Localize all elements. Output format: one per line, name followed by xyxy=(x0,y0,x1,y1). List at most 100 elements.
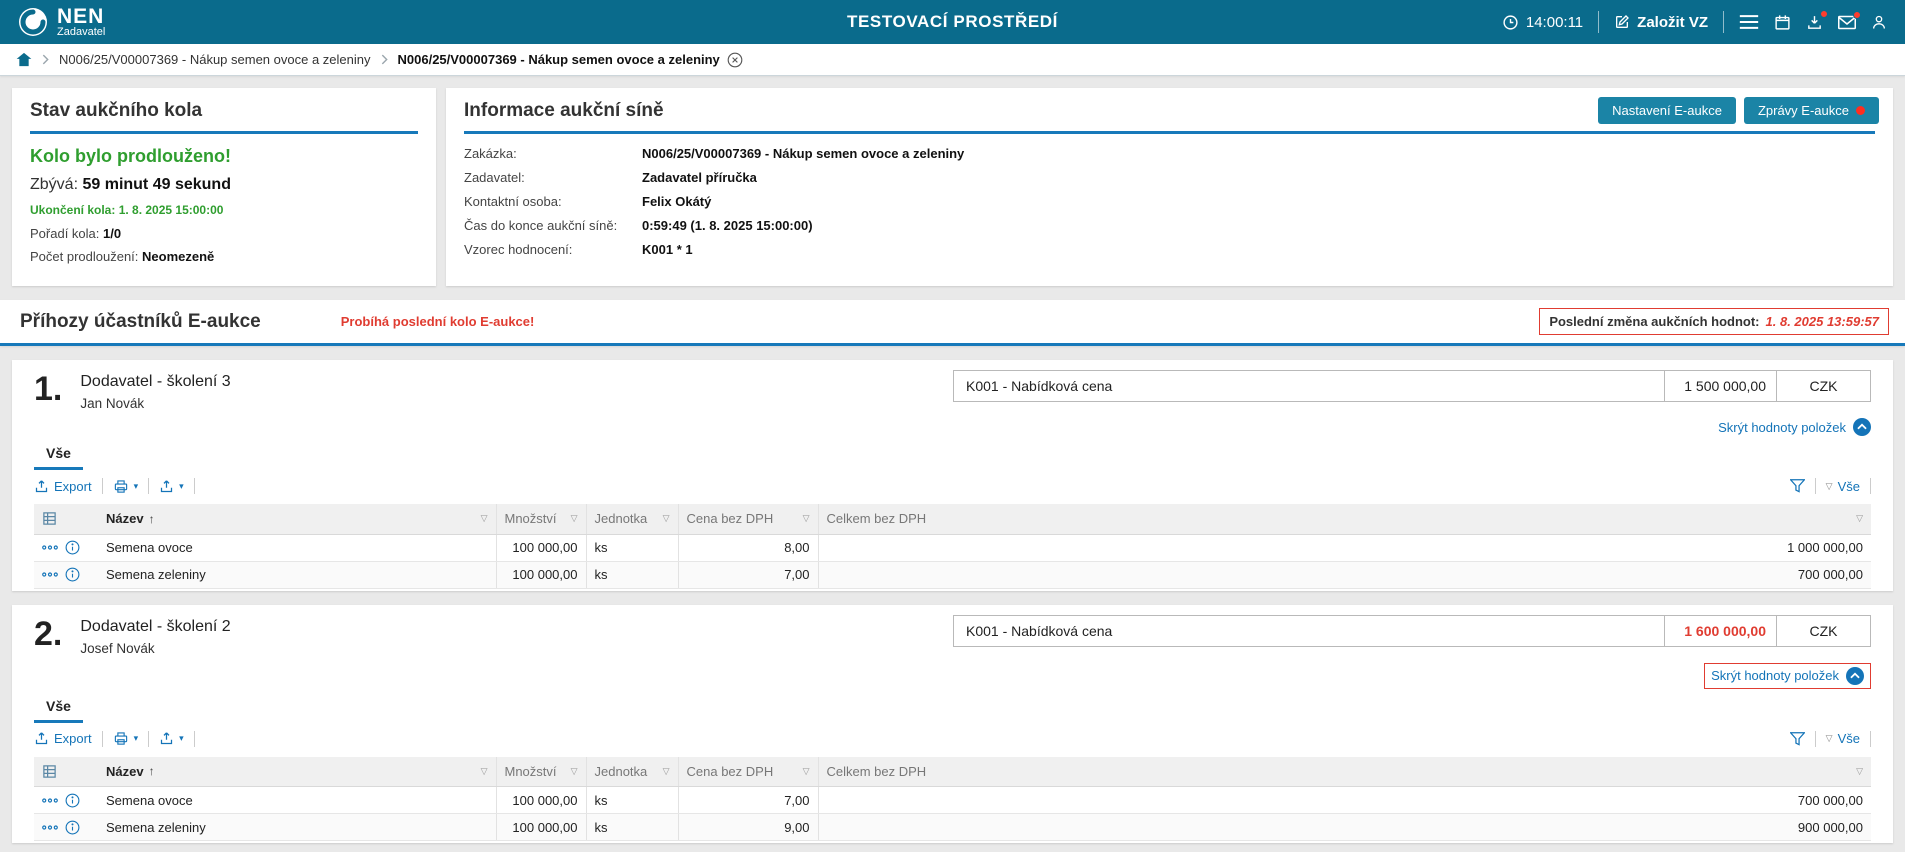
col-header-unit[interactable]: Jednotka xyxy=(595,764,648,779)
col-header-name[interactable]: Název xyxy=(106,764,144,779)
col-header-quantity[interactable]: Množství xyxy=(505,764,557,779)
export-button[interactable]: Export xyxy=(34,731,92,746)
column-filter-icon[interactable]: ▽ xyxy=(1856,766,1863,777)
view-all-dropdown[interactable]: ▽ Vše xyxy=(1826,479,1860,494)
row-menu-icon[interactable] xyxy=(42,572,58,577)
funnel-icon xyxy=(1790,732,1805,746)
messages-badge xyxy=(1856,106,1865,115)
nen-logo[interactable]: NEN Zadavatel xyxy=(18,7,105,38)
bid-currency: CZK xyxy=(1777,370,1871,402)
cell-price: 8,00 xyxy=(678,534,818,561)
bid-value: 1 500 000,00 xyxy=(1665,370,1777,402)
cell-unit: ks xyxy=(586,561,678,588)
profile-button[interactable] xyxy=(1871,14,1887,31)
row-menu-icon[interactable] xyxy=(42,545,58,550)
participant-rank: 1. xyxy=(34,370,62,408)
chevron-up-circle-icon[interactable] xyxy=(1853,418,1871,436)
row-menu-icon[interactable] xyxy=(42,825,58,830)
cell-quantity: 100 000,00 xyxy=(496,534,586,561)
eauction-settings-label: Nastavení E-aukce xyxy=(1612,103,1722,118)
clock-icon xyxy=(1502,14,1519,31)
caret-down-icon: ▾ xyxy=(134,734,139,743)
tab-all[interactable]: Vše xyxy=(34,440,83,470)
home-icon[interactable] xyxy=(16,52,32,67)
messages-button[interactable] xyxy=(1838,15,1856,30)
bid-group: K001 - Nabídková cena 1 500 000,00 CZK xyxy=(953,370,1871,402)
caret-down-icon: ▽ xyxy=(1826,734,1833,743)
share-button[interactable]: ▾ xyxy=(159,479,184,494)
cell-quantity: 100 000,00 xyxy=(496,814,586,841)
eauction-messages-button[interactable]: Zprávy E-aukce xyxy=(1744,97,1879,124)
column-filter-icon[interactable]: ▽ xyxy=(481,513,488,524)
eauction-settings-button[interactable]: Nastavení E-aukce xyxy=(1598,97,1736,124)
col-header-total[interactable]: Celkem bez DPH xyxy=(827,511,927,526)
hide-item-values-link[interactable]: Skrýt hodnoty položek xyxy=(1711,668,1839,683)
info-icon[interactable] xyxy=(65,820,80,835)
cell-total: 900 000,00 xyxy=(818,814,1871,841)
view-all-dropdown[interactable]: ▽ Vše xyxy=(1826,731,1860,746)
export-button[interactable]: Export xyxy=(34,479,92,494)
column-filter-icon[interactable]: ▽ xyxy=(663,513,670,524)
calendar-button[interactable] xyxy=(1774,14,1791,31)
close-tab-icon[interactable] xyxy=(727,52,743,68)
create-vz-label: Založit VZ xyxy=(1637,14,1708,31)
filter-button[interactable] xyxy=(1790,732,1805,746)
round-order: Pořadí kola: 1/0 xyxy=(30,226,418,241)
col-header-quantity[interactable]: Množství xyxy=(505,511,557,526)
print-button[interactable]: ▾ xyxy=(113,731,139,746)
create-vz-button[interactable]: Založit VZ xyxy=(1614,14,1708,31)
info-value: K001 * 1 xyxy=(642,242,693,257)
col-header-name[interactable]: Název xyxy=(106,511,144,526)
print-icon xyxy=(113,731,129,746)
table-settings-icon[interactable] xyxy=(42,511,90,526)
person-icon xyxy=(1871,14,1887,31)
column-filter-icon[interactable]: ▽ xyxy=(571,766,578,777)
column-filter-icon[interactable]: ▽ xyxy=(803,513,810,524)
column-filter-icon[interactable]: ▽ xyxy=(481,766,488,777)
downloads-button[interactable] xyxy=(1806,14,1823,31)
tab-all[interactable]: Vše xyxy=(34,693,83,723)
cell-name: Semena ovoce xyxy=(98,787,496,814)
chevron-up-circle-icon[interactable] xyxy=(1846,667,1864,685)
funnel-icon xyxy=(1790,479,1805,493)
auction-state-title: Stav aukčního kola xyxy=(30,100,418,134)
cell-total: 1 000 000,00 xyxy=(818,534,1871,561)
edit-icon xyxy=(1614,14,1630,30)
info-row: Zakázka: N006/25/V00007369 - Nákup semen… xyxy=(464,146,1875,161)
info-icon[interactable] xyxy=(65,540,80,555)
column-filter-icon[interactable]: ▽ xyxy=(1856,513,1863,524)
info-label: Zakázka: xyxy=(464,146,642,161)
info-icon[interactable] xyxy=(65,567,80,582)
col-header-total[interactable]: Celkem bez DPH xyxy=(827,764,927,779)
share-button[interactable]: ▾ xyxy=(159,731,184,746)
info-icon[interactable] xyxy=(65,793,80,808)
table-settings-icon[interactable] xyxy=(42,764,90,779)
col-header-price[interactable]: Cena bez DPH xyxy=(687,511,774,526)
row-menu-icon[interactable] xyxy=(42,798,58,803)
column-filter-icon[interactable]: ▽ xyxy=(663,766,670,777)
caret-down-icon: ▽ xyxy=(1826,482,1833,491)
col-header-unit[interactable]: Jednotka xyxy=(595,511,648,526)
table-row: Semena zeleniny 100 000,00 ks 9,00 900 0… xyxy=(34,814,1871,841)
menu-button[interactable] xyxy=(1739,14,1759,30)
info-value: Zadavatel příručka xyxy=(642,170,757,185)
round-end-value: 1. 8. 2025 15:00:00 xyxy=(119,203,224,217)
column-filter-icon[interactable]: ▽ xyxy=(571,513,578,524)
filter-button[interactable] xyxy=(1790,479,1805,493)
cell-total: 700 000,00 xyxy=(818,561,1871,588)
info-label: Čas do konce aukční síně: xyxy=(464,218,642,233)
cell-name: Semena zeleniny xyxy=(98,561,496,588)
bid-group: K001 - Nabídková cena 1 600 000,00 CZK xyxy=(953,615,1871,647)
caret-down-icon: ▾ xyxy=(179,482,184,491)
column-filter-icon[interactable]: ▽ xyxy=(803,766,810,777)
breadcrumb-link-current[interactable]: N006/25/V00007369 - Nákup semen ovoce a … xyxy=(398,52,720,67)
toolbar-separator xyxy=(1870,731,1871,747)
info-label: Vzorec hodnocení: xyxy=(464,242,642,257)
breadcrumb-link-1[interactable]: N006/25/V00007369 - Nákup semen ovoce a … xyxy=(59,52,371,67)
col-header-price[interactable]: Cena bez DPH xyxy=(687,764,774,779)
hide-item-values-link[interactable]: Skrýt hodnoty položek xyxy=(1718,420,1846,435)
header-separator xyxy=(1723,11,1724,33)
hamburger-icon xyxy=(1739,14,1759,30)
print-button[interactable]: ▾ xyxy=(113,479,139,494)
last-change-label: Poslední změna aukčních hodnot: xyxy=(1549,314,1759,329)
